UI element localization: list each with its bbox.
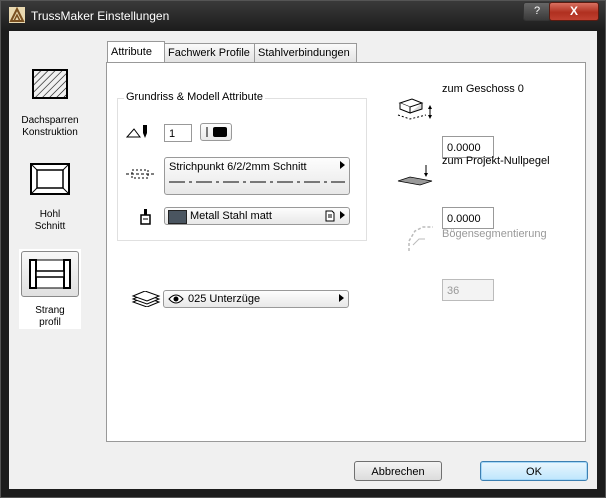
ok-button[interactable]: OK xyxy=(480,461,588,481)
line-type-dropdown[interactable]: Strichpunkt 6/2/2mm Schnitt xyxy=(164,157,350,195)
project-zero-label: zum Projekt-Nullpegel xyxy=(442,155,550,167)
tab-fachwerk-profile[interactable]: Fachwerk Profile xyxy=(164,43,256,62)
trussmaker-logo-icon xyxy=(9,7,25,23)
material-dropdown[interactable]: Metall Stahl matt xyxy=(164,207,350,225)
arc-segmentation-label: Bögensegmentierung xyxy=(442,228,547,240)
layer-value: 025 Unterzüge xyxy=(188,293,261,305)
dialog-window: TrussMaker Einstellungen ? X Dachsparren… xyxy=(0,0,606,498)
tab-attribute[interactable]: Attribute xyxy=(107,41,165,62)
project-zero-elevation-icon xyxy=(396,163,436,189)
sidebar-item-dachsparren[interactable]: Dachsparren Konstruktion xyxy=(19,67,81,139)
sidebar-label-line2: profil xyxy=(39,317,61,328)
attribute-panel: Grundriss & Modell Attribute 1 Strichpun… xyxy=(106,62,586,442)
dropdown-arrow-icon xyxy=(339,294,344,302)
eye-icon xyxy=(168,293,184,305)
i-beam-profile-icon xyxy=(21,251,79,297)
project-zero-field[interactable]: 0.0000 xyxy=(442,207,494,229)
layers-icon xyxy=(131,291,161,307)
hatched-rectangle-icon xyxy=(30,67,70,101)
tab-stahlverbindungen[interactable]: Stahlverbindungen xyxy=(254,43,357,62)
sidebar-label-line1: Dachsparren xyxy=(21,115,79,126)
sidebar-label-line2: Konstruktion xyxy=(22,127,78,138)
arc-segmentation-icon xyxy=(405,223,435,253)
line-type-value: Strichpunkt 6/2/2mm Schnitt xyxy=(169,161,307,173)
line-type-icon xyxy=(126,169,154,179)
material-value: Metall Stahl matt xyxy=(190,210,272,222)
help-button[interactable]: ? xyxy=(523,2,551,21)
pen-color-selector[interactable] xyxy=(200,123,232,141)
sidebar-label-line1: Strang xyxy=(35,305,65,316)
sidebar-label-line1: Hohl xyxy=(39,209,61,220)
dialog-body: Dachsparren Konstruktion Hohl Schnitt St… xyxy=(9,31,597,489)
document-icon xyxy=(325,210,335,222)
arc-segmentation-field: 36 xyxy=(442,279,494,301)
line-preview xyxy=(169,181,345,183)
pen-number-field[interactable]: 1 xyxy=(164,124,192,142)
dropdown-arrow-icon xyxy=(340,211,345,219)
hollow-section-icon xyxy=(28,161,72,197)
sidebar-label-line2: Schnitt xyxy=(34,221,66,232)
sidebar-item-strangprofil[interactable]: Strang profil xyxy=(19,249,81,329)
title-bar[interactable]: TrussMaker Einstellungen ? X xyxy=(1,1,605,31)
material-swatch xyxy=(168,210,187,224)
layer-dropdown[interactable]: 025 Unterzüge xyxy=(163,290,349,308)
paint-brush-icon xyxy=(138,209,154,225)
window-title: TrussMaker Einstellungen xyxy=(31,9,170,23)
cancel-button[interactable]: Abbrechen xyxy=(354,461,442,481)
group-title: Grundriss & Modell Attribute xyxy=(124,91,265,103)
dropdown-arrow-icon xyxy=(340,161,345,169)
pen-icon xyxy=(126,124,154,140)
close-button[interactable]: X xyxy=(549,2,599,21)
story-elevation-icon xyxy=(396,95,438,121)
attribute-group: Grundriss & Modell Attribute 1 Strichpun… xyxy=(117,91,367,241)
sidebar-item-hohl[interactable]: Hohl Schnitt xyxy=(19,161,81,233)
story-label: zum Geschoss 0 xyxy=(442,83,524,95)
